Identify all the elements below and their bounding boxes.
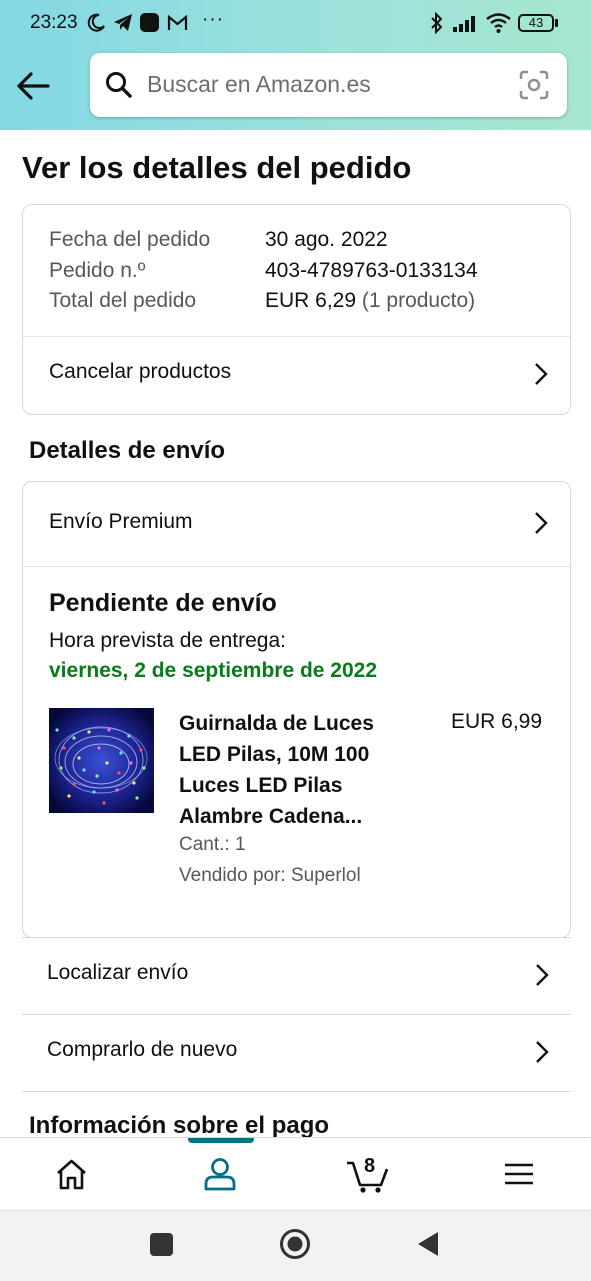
home-button[interactable]	[279, 1228, 311, 1260]
battery-level: 43	[528, 15, 544, 30]
bottom-navigation: 8	[0, 1137, 591, 1211]
search-bar[interactable]: Buscar en Amazon.es	[90, 53, 567, 117]
product-seller: Vendido por: Superlol	[179, 865, 361, 886]
eta-date: viernes, 2 de septiembre de 2022	[49, 659, 378, 682]
shipping-card: Envío Premium Pendiente de envío Hora pr…	[22, 481, 571, 938]
product-image[interactable]	[49, 708, 154, 813]
chevron-right-icon	[535, 512, 548, 534]
telegram-icon	[114, 14, 132, 31]
shipping-details-heading: Detalles de envío	[29, 437, 226, 464]
status-time: 23:23	[30, 12, 78, 33]
search-icon	[106, 72, 132, 98]
camera-scan-icon[interactable]	[519, 70, 549, 100]
product-title-line: LED Pilas, 10M 100	[179, 743, 370, 766]
cancel-products-row[interactable]: Cancelar productos	[23, 337, 570, 413]
chevron-right-icon	[536, 964, 549, 986]
back-button[interactable]	[416, 1231, 440, 1257]
order-total-amount: EUR 6,29	[265, 289, 357, 312]
order-number-label: Pedido n.º	[49, 259, 146, 282]
app-square-icon	[140, 13, 159, 32]
buy-again-row[interactable]: Comprarlo de nuevo	[22, 1015, 571, 1091]
payment-info-heading: Información sobre el pago	[29, 1112, 330, 1137]
order-total-label: Total del pedido	[49, 289, 197, 312]
recent-apps-button[interactable]	[150, 1233, 173, 1256]
track-package-row[interactable]: Localizar envío	[22, 938, 571, 1014]
product-title-line: Luces LED Pilas	[179, 774, 343, 797]
order-number-value: 403-4789763-0133134	[265, 259, 478, 282]
divider	[23, 566, 570, 567]
battery-icon: 43	[518, 14, 554, 32]
product-title-line: Alambre Cadena...	[179, 805, 363, 828]
status-bar: 23:23 ··· 43	[0, 0, 591, 46]
order-summary-card: Fecha del pedido 30 ago. 2022 Pedido n.º…	[22, 204, 571, 415]
product-title[interactable]: Guirnalda de Luces LED Pilas, 10M 100 Lu…	[179, 708, 409, 832]
more-icon: ···	[202, 9, 224, 30]
page-title: Ver los detalles del pedido	[22, 150, 412, 185]
shipping-method-label: Envío Premium	[49, 510, 193, 533]
eta-label: Hora prevista de entrega:	[49, 629, 286, 652]
active-tab-indicator	[188, 1138, 254, 1143]
signal-icon	[453, 16, 475, 32]
chevron-right-icon	[536, 1041, 549, 1063]
order-total-items: (1 producto)	[361, 289, 476, 312]
system-navigation-bar	[0, 1210, 591, 1281]
bluetooth-icon	[431, 11, 443, 35]
product-quantity: Cant.: 1	[179, 834, 246, 855]
menu-icon[interactable]	[504, 1162, 534, 1186]
buy-again-label: Comprarlo de nuevo	[47, 1038, 238, 1061]
cart-count-badge: 8	[364, 1155, 376, 1177]
home-icon[interactable]	[55, 1159, 88, 1190]
shipment-status: Pendiente de envío	[49, 589, 277, 617]
wifi-icon	[486, 13, 511, 33]
shipping-method-row[interactable]: Envío Premium	[23, 482, 570, 566]
back-arrow-icon[interactable]	[14, 68, 52, 104]
search-input[interactable]: Buscar en Amazon.es	[147, 71, 371, 98]
order-date-label: Fecha del pedido	[49, 228, 211, 251]
gmail-icon	[167, 15, 188, 30]
order-date-value: 30 ago. 2022	[265, 228, 388, 251]
product-price: EUR 6,99	[451, 710, 543, 733]
order-total-value: EUR 6,29 (1 producto)	[265, 289, 475, 313]
moon-icon	[87, 13, 105, 32]
product-title-line: Guirnalda de Luces	[179, 712, 374, 735]
chevron-right-icon	[535, 363, 548, 385]
battery-tip	[555, 19, 558, 27]
cancel-products-label: Cancelar productos	[49, 360, 232, 383]
account-icon[interactable]	[202, 1156, 238, 1192]
app-header: 23:23 ··· 43 Buscar en Amazon.es	[0, 0, 591, 130]
payment-heading-clip: Información sobre el pago	[0, 1100, 591, 1137]
divider	[22, 1091, 571, 1092]
track-package-label: Localizar envío	[47, 961, 189, 984]
